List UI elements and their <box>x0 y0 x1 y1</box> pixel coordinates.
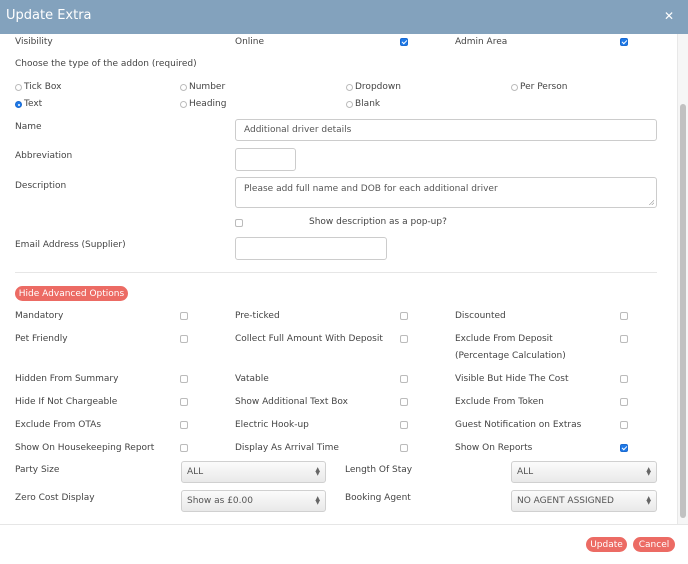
option-label-mandatory: Mandatory <box>15 311 64 321</box>
party-size-value: ALL <box>187 467 204 477</box>
radio-icon[interactable] <box>346 101 353 108</box>
admin-area-checkbox[interactable] <box>620 38 628 46</box>
option-checkbox-exclude-from-otas[interactable] <box>180 421 188 429</box>
option-label-guest-notification-on-extras: Guest Notification on Extras <box>455 420 582 430</box>
radio-label: Number <box>189 82 226 92</box>
radio-icon[interactable] <box>180 84 187 91</box>
radio-icon[interactable] <box>511 84 518 91</box>
booking-agent-value: NO AGENT ASSIGNED <box>517 496 614 506</box>
option-checkbox-pre-ticked[interactable] <box>400 312 408 320</box>
option-checkbox-show-additional-text-box[interactable] <box>400 398 408 406</box>
booking-agent-select[interactable]: NO AGENT ASSIGNED ▲ ▼ <box>511 490 657 512</box>
radio-label: Heading <box>189 99 227 109</box>
option-label-discounted: Discounted <box>455 311 506 321</box>
option-label-exclude-from-token: Exclude From Token <box>455 397 544 407</box>
option-label-visible-but-hide-the-cost: Visible But Hide The Cost <box>455 374 569 384</box>
email-label: Email Address (Supplier) <box>15 240 126 250</box>
option-checkbox-hide-if-not-chargeable[interactable] <box>180 398 188 406</box>
popup-label: Show description as a pop-up? <box>309 217 447 227</box>
party-size-select[interactable]: ALL ▲ ▼ <box>181 461 326 483</box>
scrollbar-thumb[interactable] <box>680 104 686 518</box>
option-label-collect-full-amount-with-deposit: Collect Full Amount With Deposit <box>235 334 383 344</box>
option-checkbox-guest-notification-on-extras[interactable] <box>620 421 628 429</box>
option-label-hidden-from-summary: Hidden From Summary <box>15 374 119 384</box>
option-label-show-on-reports: Show On Reports <box>455 443 533 453</box>
resize-grip-icon[interactable] <box>649 200 654 205</box>
divider <box>15 272 657 273</box>
modal-title: Update Extra <box>6 8 92 23</box>
close-icon[interactable]: ✕ <box>664 9 674 23</box>
option-label-pre-ticked: Pre-ticked <box>235 311 280 321</box>
radio-label: Blank <box>355 99 381 109</box>
option-checkbox-mandatory[interactable] <box>180 312 188 320</box>
description-text: Please add full name and DOB for each ad… <box>244 184 498 194</box>
email-input[interactable] <box>235 237 387 260</box>
option-label-show-on-housekeeping-report: Show On Housekeeping Report <box>15 443 155 453</box>
radio-label: Dropdown <box>355 82 401 92</box>
scrollbar[interactable] <box>677 34 688 524</box>
option-checkbox-vatable[interactable] <box>400 375 408 383</box>
radio-label: Per Person <box>520 82 568 92</box>
option-checkbox-exclude-from-token[interactable] <box>620 398 628 406</box>
option-checkbox-pet-friendly[interactable] <box>180 335 188 343</box>
select-arrows-icon: ▲ ▼ <box>315 466 320 477</box>
zero-cost-display-value: Show as £0.00 <box>187 496 253 506</box>
hide-advanced-options-button[interactable]: Hide Advanced Options <box>15 286 128 301</box>
option-label-exclude-from-deposit-line2: (Percentage Calculation) <box>455 351 566 361</box>
party-size-label: Party Size <box>15 465 60 475</box>
booking-agent-label: Booking Agent <box>345 493 411 503</box>
option-label-electric-hook-up: Electric Hook-up <box>235 420 309 430</box>
modal-body: Visibility Online Admin Area Choose the … <box>0 34 677 524</box>
option-label-exclude-from-otas: Exclude From OTAs <box>15 420 102 430</box>
update-button[interactable]: Update <box>586 537 627 552</box>
radio-icon[interactable] <box>15 84 22 91</box>
option-checkbox-show-on-housekeeping-report[interactable] <box>180 444 188 452</box>
option-checkbox-electric-hook-up[interactable] <box>400 421 408 429</box>
description-textarea[interactable]: Please add full name and DOB for each ad… <box>235 177 657 208</box>
popup-checkbox[interactable] <box>235 219 243 227</box>
option-label-vatable: Vatable <box>235 374 269 384</box>
cancel-button[interactable]: Cancel <box>633 537 675 552</box>
option-checkbox-display-as-arrival-time[interactable] <box>400 444 408 452</box>
length-of-stay-value: ALL <box>517 467 534 477</box>
admin-area-label: Admin Area <box>455 37 508 47</box>
select-arrows-icon: ▲ ▼ <box>646 495 651 506</box>
description-label: Description <box>15 181 67 191</box>
option-label-pet-friendly: Pet Friendly <box>15 334 68 344</box>
footer-divider <box>0 524 688 525</box>
name-label: Name <box>15 122 42 132</box>
length-of-stay-label: Length Of Stay <box>345 465 413 475</box>
zero-cost-display-label: Zero Cost Display <box>15 493 95 503</box>
online-checkbox[interactable] <box>400 38 408 46</box>
zero-cost-display-select[interactable]: Show as £0.00 ▲ ▼ <box>181 490 326 512</box>
select-arrows-icon: ▲ ▼ <box>646 466 651 477</box>
radio-label: Text <box>24 99 43 109</box>
option-label-hide-if-not-chargeable: Hide If Not Chargeable <box>15 397 118 407</box>
select-arrows-icon: ▲ ▼ <box>315 495 320 506</box>
option-label-show-additional-text-box: Show Additional Text Box <box>235 397 348 407</box>
length-of-stay-select[interactable]: ALL ▲ ▼ <box>511 461 657 483</box>
modal-header: Update Extra ✕ <box>0 0 688 34</box>
option-checkbox-visible-but-hide-the-cost[interactable] <box>620 375 628 383</box>
addon-type-label: Choose the type of the addon (required) <box>15 59 197 69</box>
abbreviation-input[interactable] <box>235 148 296 171</box>
option-checkbox-exclude-from-deposit[interactable] <box>620 335 628 343</box>
radio-icon[interactable] <box>180 101 187 108</box>
option-label-exclude-from-deposit: Exclude From Deposit <box>455 334 553 344</box>
option-label-display-as-arrival-time: Display As Arrival Time <box>235 443 339 453</box>
abbreviation-label: Abbreviation <box>15 151 73 161</box>
option-checkbox-discounted[interactable] <box>620 312 628 320</box>
radio-label: Tick Box <box>24 82 62 92</box>
option-checkbox-hidden-from-summary[interactable] <box>180 375 188 383</box>
online-label: Online <box>235 37 265 47</box>
radio-icon[interactable] <box>15 101 22 108</box>
radio-icon[interactable] <box>346 84 353 91</box>
visibility-label: Visibility <box>15 37 53 47</box>
option-checkbox-show-on-reports[interactable] <box>620 444 628 452</box>
name-input[interactable]: Additional driver details <box>235 119 657 141</box>
option-checkbox-collect-full-amount-with-deposit[interactable] <box>400 335 408 343</box>
